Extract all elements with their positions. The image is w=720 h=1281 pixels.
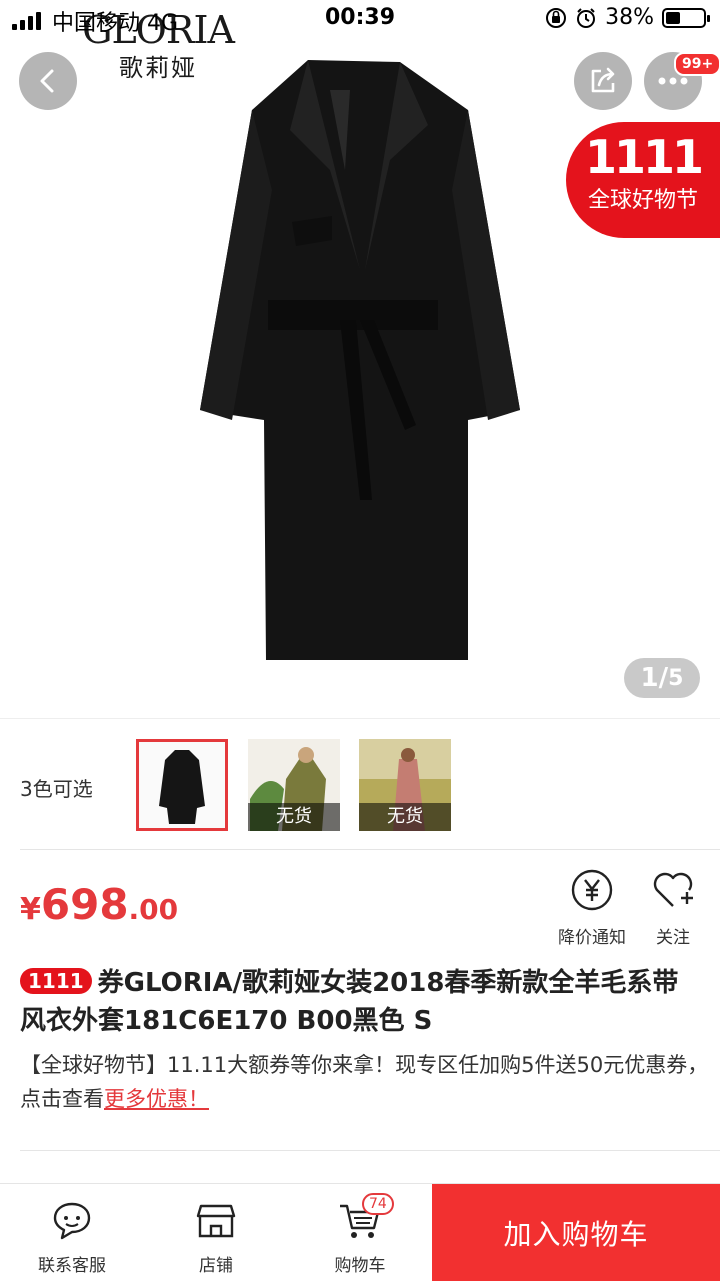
service-label: 联系客服 (38, 1256, 106, 1276)
share-button[interactable] (574, 52, 632, 110)
chevron-left-icon (40, 69, 54, 93)
battery-percent: 38% (605, 5, 654, 30)
status-right-group: 38% (545, 5, 710, 30)
status-bar: 中国移动 4G 00:39 38% (0, 0, 720, 40)
divider (20, 1150, 720, 1151)
counter-current: 1 (640, 663, 659, 693)
message-badge: 99+ (674, 52, 720, 76)
bottom-bar: 联系客服 店铺 购物车 74 加入购物车 (0, 1183, 720, 1281)
back-button[interactable] (19, 52, 77, 110)
follow-button[interactable]: 关注 (646, 868, 700, 948)
yen-bell-icon (571, 869, 613, 911)
heart-plus-icon (653, 872, 693, 907)
chat-bubble-icon (53, 1202, 91, 1240)
price: ¥698.00 (20, 880, 178, 929)
out-of-stock-label: 无货 (359, 803, 451, 831)
add-to-cart-button[interactable]: 加入购物车 (432, 1184, 720, 1281)
more-dots-icon (658, 77, 688, 85)
promo-logo: 1111 (584, 130, 704, 184)
black-coat-thumb (139, 742, 225, 828)
title-text: 券GLORIA/歌莉娅女装2018春季新款全羊毛系带风衣外套181C6E170 … (20, 968, 679, 1036)
price-integer: 698 (40, 880, 129, 929)
price-notify-button[interactable]: 降价通知 (552, 868, 632, 948)
color-option-black[interactable] (136, 739, 228, 831)
promo-tag: 1111 (20, 968, 92, 994)
more-offers-link[interactable]: 更多优惠！ (104, 1087, 209, 1111)
brand-name-cn: 歌莉娅 (119, 54, 197, 82)
product-title: 1111 券GLORIA/歌莉娅女装2018春季新款全羊毛系带风衣外套181C6E… (20, 964, 704, 1040)
divider (20, 849, 720, 850)
counter-separator: / (658, 663, 669, 693)
promo-description: 【全球好物节】11.11大额券等你来拿！现专区任加购5件送50元优惠券，点击查看… (20, 1048, 710, 1116)
alarm-icon (577, 7, 596, 28)
battery-icon (662, 7, 710, 28)
share-icon (591, 67, 615, 93)
shop-label: 店铺 (199, 1256, 233, 1276)
counter-total: 5 (668, 665, 684, 691)
rotation-lock-icon (546, 7, 567, 28)
color-option-green[interactable]: 无货 (248, 739, 340, 831)
follow-label: 关注 (656, 928, 690, 948)
notify-label: 降价通知 (558, 928, 626, 948)
color-count-label: 3色可选 (20, 777, 93, 801)
image-counter: 1/5 (624, 658, 700, 698)
customer-service-button[interactable]: 联系客服 (24, 1184, 120, 1281)
promo-text: 全球好物节 (587, 188, 698, 213)
out-of-stock-label: 无货 (248, 803, 340, 831)
color-option-pink[interactable]: 无货 (359, 739, 451, 831)
cart-label: 购物车 (334, 1256, 386, 1276)
cart-count-badge: 74 (362, 1193, 394, 1215)
shop-icon (196, 1204, 236, 1238)
price-decimal: .00 (128, 893, 179, 926)
price-symbol: ¥ (20, 892, 41, 927)
promo-banner[interactable]: 1111 全球好物节 (566, 122, 720, 238)
shop-button[interactable]: 店铺 (176, 1184, 256, 1281)
color-selector: 3色可选 无货 无货 (0, 718, 720, 849)
